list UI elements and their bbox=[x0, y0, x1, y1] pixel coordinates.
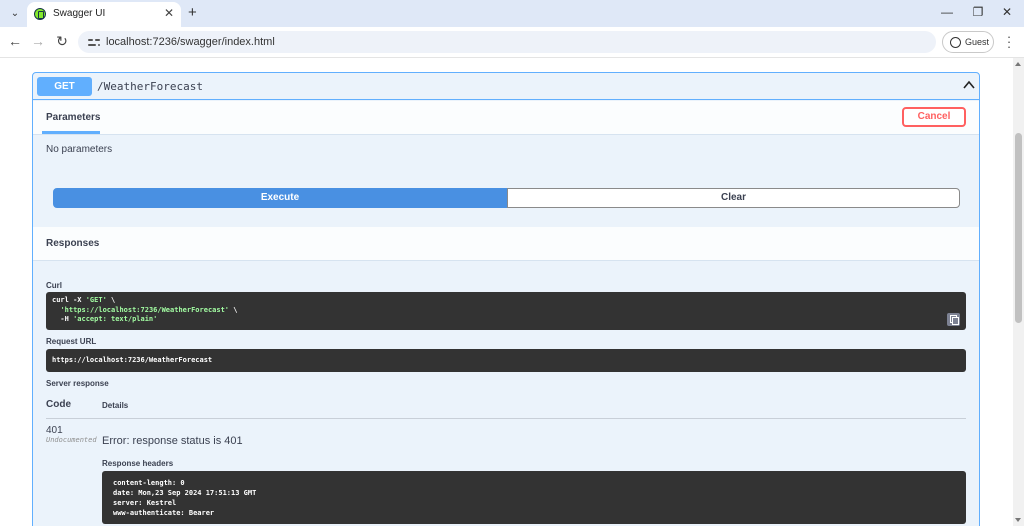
scroll-up-icon[interactable] bbox=[1015, 62, 1021, 66]
forward-icon[interactable]: → bbox=[29, 33, 47, 49]
curl-label: Curl bbox=[46, 281, 62, 290]
restore-icon[interactable]: ❐ bbox=[968, 5, 988, 19]
parameters-header: Parameters Cancel bbox=[33, 101, 979, 135]
reload-icon[interactable]: ↻ bbox=[53, 33, 71, 50]
request-url-label: Request URL bbox=[46, 337, 97, 346]
execute-button-group: Execute Clear bbox=[53, 188, 960, 208]
browser-tabstrip: ⌄ Swagger UI ✕ + — ❐ ✕ bbox=[0, 0, 1024, 27]
chevron-up-icon[interactable] bbox=[963, 79, 975, 91]
copy-to-clipboard-icon[interactable] bbox=[947, 313, 960, 326]
browser-menu-icon[interactable]: · · · bbox=[1004, 30, 1014, 53]
curl-line: curl -X 'GET' \ bbox=[52, 296, 116, 304]
tab-title: Swagger UI bbox=[53, 8, 106, 19]
back-icon[interactable]: ← bbox=[6, 33, 24, 49]
response-header-line: date: Mon,23 Sep 2024 17:51:13 GMT bbox=[113, 489, 257, 497]
profile-icon bbox=[950, 37, 961, 48]
profile-label: Guest bbox=[965, 37, 990, 47]
browser-toolbar: ← → ↻ localhost:7236/swagger/index.html … bbox=[0, 27, 1024, 58]
column-details: Details bbox=[102, 401, 129, 410]
response-header-line: www-authenticate: Bearer bbox=[113, 509, 215, 517]
operation-block: GET /WeatherForecast Parameters Cancel N… bbox=[32, 72, 980, 526]
minimize-icon[interactable]: — bbox=[937, 5, 957, 19]
close-window-icon[interactable]: ✕ bbox=[997, 5, 1017, 19]
clear-button[interactable]: Clear bbox=[507, 188, 960, 208]
curl-line: -H 'accept: text/plain' bbox=[52, 315, 158, 323]
execute-button[interactable]: Execute bbox=[53, 188, 507, 208]
tab-search-icon[interactable]: ⌄ bbox=[6, 5, 24, 23]
response-headers-block[interactable]: content-length: 0 date: Mon,23 Sep 2024 … bbox=[102, 471, 966, 524]
curl-code-block[interactable]: curl -X 'GET' \ 'https://localhost:7236/… bbox=[46, 292, 966, 330]
request-url-block[interactable]: https://localhost:7236/WeatherForecast bbox=[46, 349, 966, 372]
scroll-down-icon[interactable] bbox=[1015, 518, 1021, 522]
profile-button[interactable]: Guest bbox=[942, 31, 994, 53]
server-response-label: Server response bbox=[46, 379, 109, 388]
curl-line: 'https://localhost:7236/WeatherForecast'… bbox=[60, 305, 238, 314]
tab-parameters[interactable]: Parameters bbox=[46, 112, 100, 123]
operation-path: /WeatherForecast bbox=[97, 80, 203, 93]
page-scrollbar[interactable] bbox=[1013, 58, 1024, 526]
undocumented-note: Undocumented bbox=[46, 436, 97, 444]
response-status-code: 401 bbox=[46, 425, 63, 436]
close-tab-icon[interactable]: ✕ bbox=[164, 6, 174, 20]
response-headers-label: Response headers bbox=[102, 459, 174, 468]
responses-title: Responses bbox=[46, 238, 100, 249]
cancel-button[interactable]: Cancel bbox=[902, 107, 966, 127]
response-error-text: Error: response status is 401 bbox=[102, 435, 243, 447]
operation-summary[interactable]: GET /WeatherForecast bbox=[33, 73, 979, 100]
no-parameters-text: No parameters bbox=[46, 144, 113, 155]
new-tab-icon[interactable]: + bbox=[188, 4, 197, 21]
responses-header: Responses bbox=[33, 227, 979, 261]
scroll-thumb[interactable] bbox=[1015, 133, 1022, 323]
page-viewport: GET /WeatherForecast Parameters Cancel N… bbox=[0, 58, 1013, 526]
response-table-header: Code Details bbox=[46, 395, 966, 419]
swagger-favicon-icon bbox=[34, 8, 46, 20]
address-bar[interactable]: localhost:7236/swagger/index.html bbox=[78, 31, 936, 53]
column-code: Code bbox=[46, 399, 71, 410]
active-tab-indicator bbox=[42, 131, 100, 134]
http-method-badge: GET bbox=[37, 77, 92, 96]
response-header-line: server: Kestrel bbox=[113, 499, 177, 507]
response-header-line: content-length: 0 bbox=[113, 479, 185, 487]
url-text[interactable]: localhost:7236/swagger/index.html bbox=[106, 36, 275, 48]
browser-tab[interactable]: Swagger UI ✕ bbox=[27, 2, 181, 27]
site-info-icon[interactable] bbox=[88, 36, 100, 48]
